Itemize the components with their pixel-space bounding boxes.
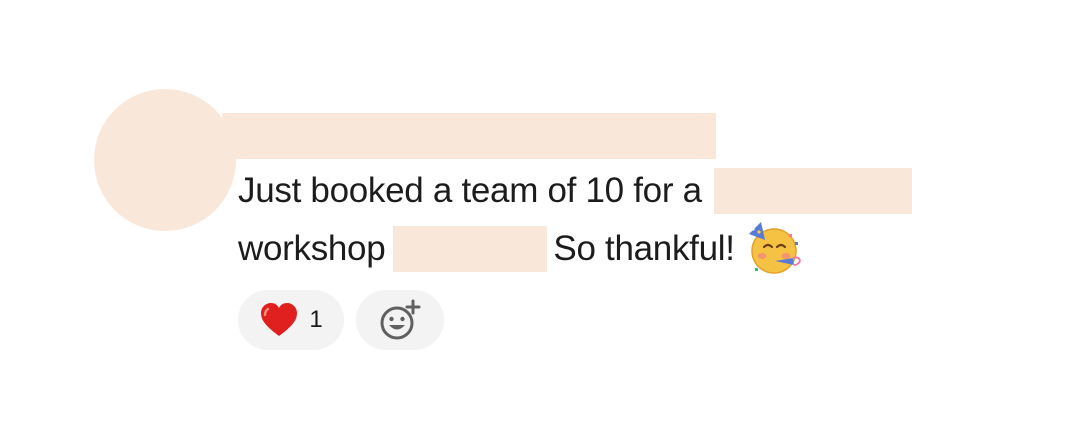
emoji-blush [757, 253, 767, 259]
message-text-line-2: workshop So thankful! [238, 222, 803, 274]
confetti [754, 268, 758, 271]
chat-message: Just booked a team of 10 for a workshop … [0, 0, 1080, 442]
add-reaction-button[interactable] [356, 290, 444, 350]
message-text: workshop [238, 229, 386, 268]
hat-dot [757, 230, 761, 234]
message-text: So thankful! [553, 229, 735, 268]
message-text: Just booked a team of 10 for a [238, 171, 702, 210]
confetti [788, 234, 792, 237]
hat-dot [751, 227, 755, 231]
emoji-blush [781, 253, 791, 259]
message-text-line-1: Just booked a team of 10 for a [238, 168, 912, 214]
reaction-count: 1 [309, 306, 323, 333]
reaction-heart-button[interactable]: 1 [238, 290, 344, 350]
confetti [794, 242, 798, 245]
red-heart-icon [261, 303, 298, 336]
partying-face-icon [748, 222, 801, 274]
avatar[interactable] [94, 89, 236, 231]
sender-name-redacted [222, 113, 716, 159]
redacted-text [393, 226, 548, 272]
add-reaction-icon [380, 299, 421, 340]
redacted-text [713, 168, 912, 214]
